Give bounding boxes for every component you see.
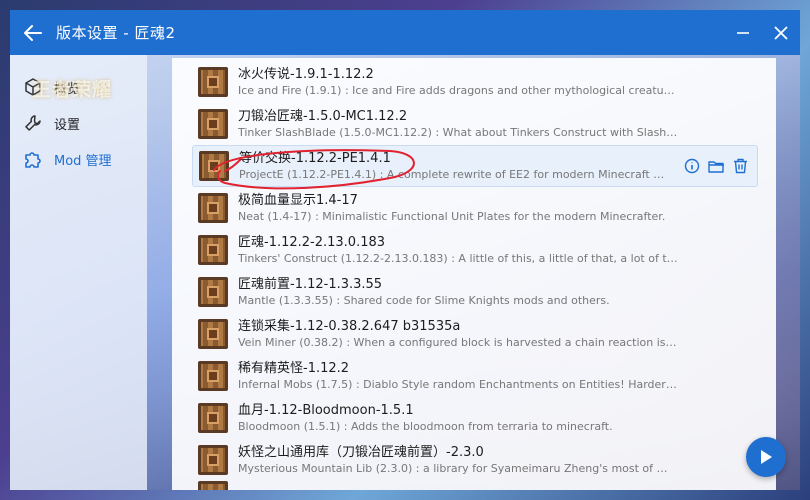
mod-description: Tinkers' Construct (1.12.2-2.13.0.183) :… xyxy=(238,251,678,265)
mod-description: Neat (1.4-17) : Minimalistic Functional … xyxy=(238,209,666,223)
mod-description: ProjectE (1.12.2-PE1.4.1) : A complete r… xyxy=(239,167,669,181)
minimize-icon xyxy=(737,31,749,34)
mod-name: 刀锻冶匠魂-1.5.0-MC1.12.2 xyxy=(238,108,408,124)
info-icon[interactable] xyxy=(683,157,701,175)
mod-icon xyxy=(198,445,228,475)
sidebar-item-label: 概览 xyxy=(54,81,81,97)
mod-name: 稀有精英怪-1.12.2 xyxy=(238,360,350,376)
mod-description: Tinker SlashBlade (1.5.0-MC1.12.2) : Wha… xyxy=(238,125,678,139)
mod-description: Infernal Mobs (1.7.5) : Diablo Style ran… xyxy=(238,377,678,391)
folder-icon[interactable] xyxy=(707,157,725,175)
mod-icon xyxy=(198,193,228,223)
list-item-selected[interactable]: 等价交换-1.12.2-PE1.4.1 ProjectE (1.12.2-PE1… xyxy=(192,145,758,187)
close-icon xyxy=(774,25,788,40)
sidebar-item-label: 设置 xyxy=(54,117,81,133)
mod-name: 匠魂-1.12.2-2.13.0.183 xyxy=(238,234,386,250)
list-item[interactable]: 血月-1.12-Bloodmoon-1.5.1 Bloodmoon (1.5.1… xyxy=(172,397,776,439)
list-item[interactable]: 匠魂前置-1.12-1.3.3.55 Mantle (1.3.3.55) : S… xyxy=(172,271,776,313)
list-item[interactable]: 稀有精英怪-1.12.2 Infernal Mobs (1.7.5) : Dia… xyxy=(172,355,776,397)
list-item[interactable]: 妖怪之山通用库（刀锻冶匠魂前置）-2.3.0 Mysterious Mounta… xyxy=(172,439,776,481)
sidebar-item-overview[interactable]: 概览 xyxy=(10,69,147,105)
mod-name: 连锁采集-1.12-0.38.2.647 b31535a xyxy=(238,318,461,334)
sidebar-item-settings[interactable]: 设置 xyxy=(10,105,147,141)
mod-description: Ice and Fire (1.9.1) : Ice and Fire adds… xyxy=(238,83,678,97)
list-item[interactable]: 刀锻冶匠魂-1.5.0-MC1.12.2 Tinker SlashBlade (… xyxy=(172,103,776,145)
mod-icon xyxy=(198,481,228,490)
mod-description: Vein Miner (0.38.2) : When a configured … xyxy=(238,335,678,349)
mod-icon xyxy=(198,319,228,349)
arrow-left-icon xyxy=(24,24,42,41)
mod-icon xyxy=(198,235,228,265)
mod-icon xyxy=(198,361,228,391)
mod-name: 冰火传说-1.9.1-1.12.2 xyxy=(238,66,374,82)
launch-play-button[interactable] xyxy=(746,437,786,477)
content-area: 概览 设置 Mod 管理 王者荣耀 冰火传说-1.9.1-1.12.2 Ice … xyxy=(10,55,800,490)
window-title: 版本设置 - 匠魂2 xyxy=(56,24,176,42)
sidebar-item-mod-manage[interactable]: Mod 管理 xyxy=(10,141,147,177)
mod-description: Mantle (1.3.3.55) : Shared code for Slim… xyxy=(238,293,610,307)
title-bar: 版本设置 - 匠魂2 xyxy=(10,10,800,55)
sidebar: 概览 设置 Mod 管理 王者荣耀 xyxy=(10,55,147,490)
puzzle-icon xyxy=(22,148,44,170)
close-button[interactable] xyxy=(762,10,800,55)
mod-icon xyxy=(198,109,228,139)
back-button[interactable] xyxy=(10,10,56,55)
minimize-button[interactable] xyxy=(724,10,762,55)
sidebar-item-label: Mod 管理 xyxy=(54,153,112,169)
list-item[interactable]: 极简血量显示1.4-17 Neat (1.4-17) : Minimalisti… xyxy=(172,187,776,229)
mod-name: 等价交换-1.12.2-PE1.4.1 xyxy=(239,150,391,166)
trash-icon[interactable] xyxy=(731,157,749,175)
mod-icon xyxy=(198,67,228,97)
list-item[interactable]: 连锁采集-1.12-0.38.2.647 b31535a Vein Miner … xyxy=(172,313,776,355)
cube-icon xyxy=(22,76,44,98)
mod-description: Bloodmoon (1.5.1) : Adds the bloodmoon f… xyxy=(238,419,613,433)
mod-name: 血月-1.12-Bloodmoon-1.5.1 xyxy=(238,402,414,418)
mod-list[interactable]: 冰火传说-1.9.1-1.12.2 Ice and Fire (1.9.1) :… xyxy=(172,58,776,490)
mod-name: 极简血量显示1.4-17 xyxy=(238,192,358,208)
list-item[interactable]: 匠魂-1.12.2-2.13.0.183 Tinkers' Construct … xyxy=(172,229,776,271)
mod-icon xyxy=(198,403,228,433)
list-item[interactable] xyxy=(172,481,776,490)
wrench-icon xyxy=(22,112,44,134)
mod-description: Mysterious Mountain Lib (2.3.0) : a libr… xyxy=(238,461,678,475)
play-icon xyxy=(761,450,772,464)
list-item[interactable]: 冰火传说-1.9.1-1.12.2 Ice and Fire (1.9.1) :… xyxy=(172,61,776,103)
mod-icon xyxy=(198,277,228,307)
mod-icon xyxy=(199,151,229,181)
mod-name: 匠魂前置-1.12-1.3.3.55 xyxy=(238,276,383,292)
mod-name: 妖怪之山通用库（刀锻冶匠魂前置）-2.3.0 xyxy=(238,444,484,460)
